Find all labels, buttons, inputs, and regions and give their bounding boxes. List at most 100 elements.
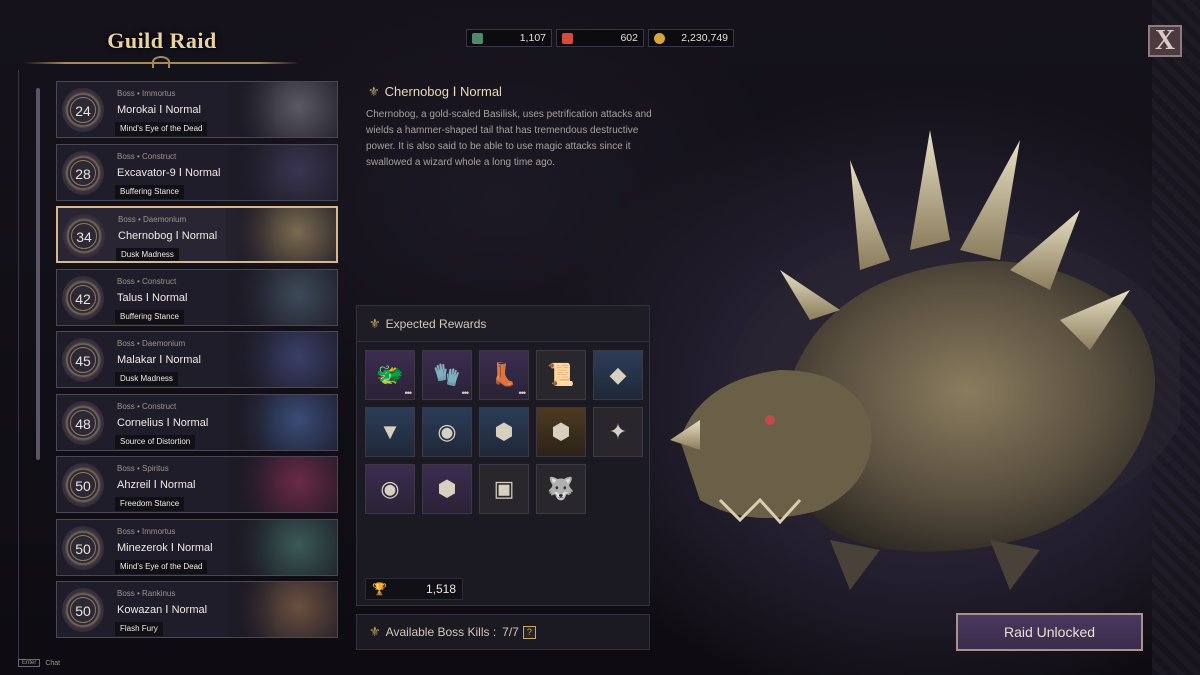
orange-hexagon-icon: ⬢ [551, 419, 571, 444]
boss-type: Boss • Daemonium [117, 339, 186, 348]
reward-item[interactable]: 🐺 [536, 464, 586, 514]
level-badge: 42 [62, 275, 104, 320]
kills-value: 7/7 [502, 625, 519, 639]
raid-card[interactable]: 45 Boss • Daemonium Malakar Ⅰ Normal Dusk M… [56, 331, 338, 388]
level-badge: 34 [63, 214, 105, 258]
raid-card[interactable]: 50 Boss • Rankinus Kowazan Ⅰ Normal Flash F… [56, 581, 338, 638]
boss-type: Boss • Daemonium [118, 215, 187, 224]
currency-2-value: 602 [620, 32, 638, 44]
boss-type: Boss • Construct [117, 276, 177, 286]
title-ornament-center [152, 56, 170, 68]
boss-stance: Buffering Stance [115, 184, 185, 199]
level-badge: 48 [62, 400, 104, 445]
portrait-shade [207, 519, 277, 575]
boss-type: Boss • Construct [117, 401, 177, 411]
boss-stance: Mind's Eye of the Dead [115, 559, 208, 574]
raid-card[interactable]: 34 Boss • Daemonium Chernobog Ⅰ Normal Dusk… [56, 206, 338, 263]
reward-item[interactable]: ◉ [422, 407, 472, 457]
boss-illustration [670, 130, 1180, 590]
dragon-helm-icon: 🐲 [376, 362, 404, 387]
chat-label: Chat [45, 659, 61, 667]
portrait-shade [207, 82, 277, 137]
raid-unlocked-button[interactable]: Raid Unlocked [956, 613, 1143, 651]
boss-stance: Mind's Eye of the Dead [115, 122, 208, 136]
raid-card[interactable]: 50 Boss • Immortus Minezerok Ⅰ Normal Mind'… [56, 518, 338, 576]
reward-item[interactable]: ⬢ [422, 464, 472, 514]
reward-item[interactable]: ⬢ [479, 407, 529, 457]
raid-list-scrollbar[interactable] [36, 88, 40, 460]
level-badge: 50 [62, 463, 104, 507]
raid-card[interactable]: 48 Boss • Construct Cornelius Ⅰ Normal Sour… [56, 393, 338, 451]
more-dots-icon: ••• [518, 388, 527, 398]
level-badge: 45 [62, 338, 104, 382]
reward-item[interactable]: 📜 [536, 350, 586, 400]
gold-coin-icon [654, 32, 665, 44]
gold-star-gem-icon: ✦ [608, 419, 628, 444]
trophy-icon: 🏆 [372, 582, 387, 596]
level-value: 34 [71, 223, 97, 249]
reward-item[interactable]: ✦ [593, 407, 643, 457]
currency-1-value: 1,107 [519, 32, 546, 44]
level-badge: 50 [62, 525, 104, 570]
level-value: 45 [70, 347, 96, 373]
dark-gloves-icon: 🧤 [433, 362, 461, 387]
reward-item[interactable]: ▣ [479, 464, 529, 514]
boss-type: Boss • Spiritus [117, 464, 169, 473]
orange-crystal-icon: ◆ [609, 362, 627, 387]
green-gem-icon [472, 32, 483, 44]
boss-stance: Source of Distortion [115, 434, 196, 449]
reward-item[interactable]: ◆ [593, 350, 643, 400]
raid-name: Chernobog Ⅰ Normal [118, 230, 218, 242]
help-icon[interactable]: ? [522, 625, 536, 639]
level-value: 50 [70, 534, 96, 561]
more-dots-icon: ••• [404, 388, 413, 398]
portrait-shade [207, 457, 277, 512]
level-value: 48 [70, 409, 96, 436]
raid-card[interactable]: 42 Boss • Construct Talus Ⅰ Normal Bufferin… [56, 268, 338, 326]
fleur-icon: ⚜ [368, 84, 380, 99]
reward-grid: 🐲 ••• 🧤 ••• 👢 ••• 📜 ◆ ▼ ◉ ⬢ ⬢ ✦ ◉ ⬢ ▣ 🐺 [365, 350, 643, 514]
raid-name: Morokai Ⅰ Normal [117, 104, 201, 116]
level-value: 50 [70, 597, 96, 623]
currency-2: 602 [556, 29, 644, 47]
reward-item[interactable]: 👢 ••• [479, 350, 529, 400]
reward-item[interactable]: 🐲 ••• [365, 350, 415, 400]
currency-3-value: 2,230,749 [681, 32, 728, 44]
level-value: 42 [70, 284, 96, 311]
level-badge: 50 [62, 588, 104, 632]
fleur-icon: ⚜ [369, 315, 381, 331]
reward-item[interactable]: ▼ [365, 407, 415, 457]
portrait-shade [207, 332, 277, 387]
raid-card[interactable]: 50 Boss • Spiritus Ahzreil Ⅰ Normal Freedom… [56, 456, 338, 513]
rewards-title: Expected Rewards [385, 316, 487, 331]
chat-hint[interactable]: Enter Chat [18, 659, 60, 667]
raid-name: Cornelius Ⅰ Normal [117, 416, 209, 429]
raid-card[interactable]: 28 Boss • Construct Excavator-9 Ⅰ Normal Bu… [56, 143, 338, 201]
raid-card[interactable]: 24 Boss • Immortus Morokai Ⅰ Normal Mind's … [56, 81, 338, 138]
boss-stance: Freedom Stance [115, 497, 185, 511]
left-frame-line [18, 70, 19, 660]
expected-rewards-panel: ⚜ Expected Rewards 🐲 ••• 🧤 ••• 👢 ••• 📜 ◆ ▼ ◉ ⬢ ⬢ ✦ ◉ ⬢… [356, 305, 650, 606]
scroll-icon: 📜 [547, 362, 575, 387]
page-title: Guild Raid [107, 28, 217, 53]
rewards-header: ⚜ Expected Rewards [357, 306, 649, 342]
boss-name: Chernobog Ⅰ Normal [384, 84, 502, 99]
boss-description: Chernobog, a gold-scaled Basilisk, uses … [366, 109, 652, 168]
level-value: 28 [70, 159, 96, 186]
currency-3: 2,230,749 [648, 29, 734, 47]
reward-item[interactable]: ◉ [365, 464, 415, 514]
reward-item[interactable]: ⬢ [536, 407, 586, 457]
blue-crystal-orb-icon: ◉ [380, 476, 400, 501]
green-rune-icon: ▣ [493, 476, 515, 501]
boss-type: Boss • Construct [117, 151, 177, 161]
close-button[interactable]: X [1148, 25, 1182, 57]
close-icon: X [1154, 25, 1176, 56]
reward-item[interactable]: 🧤 ••• [422, 350, 472, 400]
raid-name: Ahzreil Ⅰ Normal [117, 479, 196, 491]
boss-stance: Flash Fury [115, 622, 163, 636]
more-dots-icon: ••• [461, 388, 470, 398]
portrait-shade [207, 582, 277, 637]
portrait-shade [207, 394, 277, 450]
level-badge: 24 [62, 88, 104, 132]
raid-name: Talus Ⅰ Normal [117, 291, 188, 304]
